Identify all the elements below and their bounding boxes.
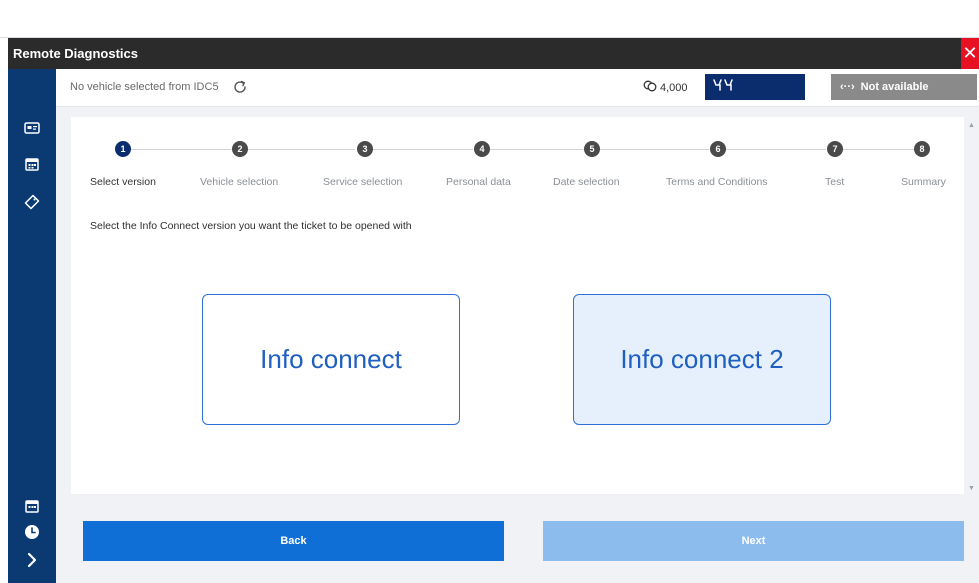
close-button[interactable]: ✕ [961,38,979,69]
vehicle-status-text: No vehicle selected from IDC5 [70,81,219,93]
window-title: Remote Diagnostics [13,46,138,61]
refresh-icon[interactable] [232,79,248,95]
vehicle-connect-button[interactable] [705,74,805,100]
step-5-label: Date selection [553,176,620,188]
card-icon[interactable] [23,119,41,137]
sidebar [8,69,56,583]
coins-display: 4,000 [643,80,688,95]
link-arrows-icon: ‹··› [840,81,855,93]
not-available-button[interactable]: ‹··› Not available [831,74,977,100]
next-button[interactable]: Next [543,521,964,561]
step-1-circle[interactable]: 1 [115,141,131,157]
step-6-label: Terms and Conditions [666,176,768,188]
tag-icon[interactable] [23,193,41,211]
step-2-label: Vehicle selection [200,176,279,188]
step-1-label: Select version [90,176,156,188]
step-2-circle[interactable]: 2 [232,141,248,157]
coins-value: 4,000 [660,81,688,94]
back-button[interactable]: Back [83,521,504,561]
step-4-label: Personal data [446,176,511,188]
calendar-icon[interactable] [23,155,41,173]
step-4-circle[interactable]: 4 [474,141,490,157]
header-row: No vehicle selected from IDC5 4,000 ‹··›… [56,69,979,107]
step-3-label: Service selection [323,176,403,188]
info-connect-2-option[interactable]: Info connect 2 [573,294,831,425]
step-7-label: Test [825,176,845,188]
step-3-circle[interactable]: 3 [357,141,373,157]
stepper-connector [600,149,709,150]
info-connect-option[interactable]: Info connect [202,294,460,425]
stepper-connector [131,149,231,150]
stepper-connector [490,149,583,150]
stepper-connector [248,149,355,150]
title-bar: Remote Diagnostics ✕ [8,38,979,69]
step-8-circle[interactable]: 8 [914,141,930,157]
top-strip [0,0,979,38]
clock-icon[interactable] [23,523,41,541]
seat-icon [712,78,734,97]
calendar-bottom-icon[interactable] [23,497,41,515]
stepper-connector [843,149,914,150]
scroll-up-arrow[interactable]: ▲ [968,122,975,129]
step-7-circle[interactable]: 7 [827,141,843,157]
not-available-label: Not available [860,81,929,93]
stepper-connector [373,149,473,150]
step-8-label: Summary [901,176,946,188]
stepper-connector [726,149,826,150]
chevron-right-icon[interactable] [23,551,41,569]
coins-icon [643,80,657,95]
scroll-down-arrow[interactable]: ▼ [968,485,975,492]
step-5-circle[interactable]: 5 [584,141,600,157]
instruction-text: Select the Info Connect version you want… [90,220,412,232]
step-6-circle[interactable]: 6 [710,141,726,157]
